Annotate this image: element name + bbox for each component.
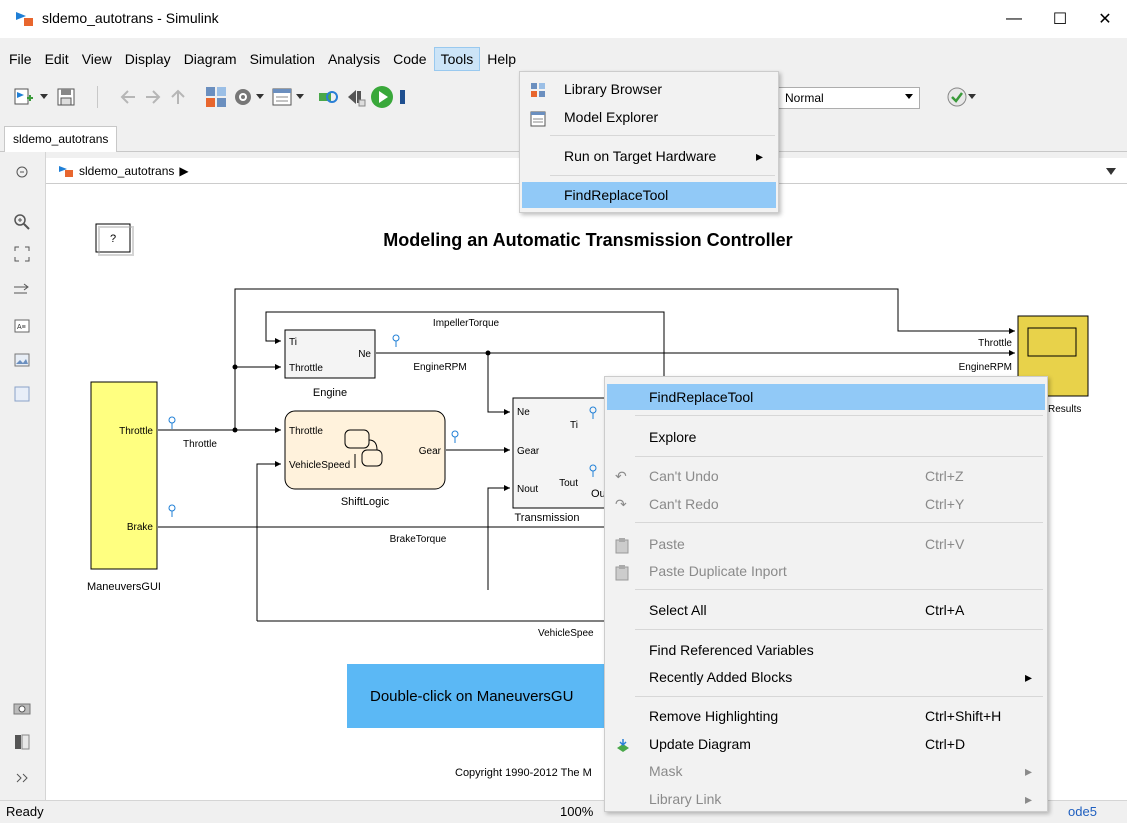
context-menu-paste-duplicate-inport[interactable]: Paste Duplicate Inport bbox=[607, 558, 1045, 584]
engine-block-name: Engine bbox=[313, 387, 347, 399]
menu-separator bbox=[550, 135, 775, 136]
context-menu-mask[interactable]: Mask ▸ bbox=[607, 758, 1045, 784]
maneuversgui-block[interactable] bbox=[90, 381, 158, 570]
results-signal-enginerpm: EngineRPM bbox=[959, 362, 1012, 373]
redo-icon: ↷ bbox=[615, 496, 627, 512]
transmission-block-name: Transmission bbox=[515, 512, 580, 524]
transmission-port-gear: Gear bbox=[517, 446, 540, 457]
signal-label-vehicle-speed: VehicleSpee bbox=[538, 628, 594, 639]
context-menu-find-referenced-variables[interactable]: Find Referenced Variables bbox=[607, 637, 1045, 663]
context-menu-remove-highlighting[interactable]: Remove Highlighting Ctrl+Shift+H bbox=[607, 703, 1045, 729]
context-menu-paste[interactable]: Paste Ctrl+V bbox=[607, 531, 1045, 557]
help-block-label: ? bbox=[110, 233, 116, 245]
signal-label-throttle: Throttle bbox=[183, 439, 217, 450]
banner-text: Double-click on ManeuversGU bbox=[370, 688, 573, 705]
transmission-port-nout: Nout bbox=[517, 484, 538, 495]
menu-separator bbox=[635, 522, 1043, 523]
tools-menu-model-explorer[interactable]: Model Explorer bbox=[522, 104, 776, 130]
model-explorer-icon bbox=[530, 109, 546, 135]
tools-menu-findreplacetool[interactable]: FindReplaceTool bbox=[522, 182, 776, 208]
transmission-port-ne: Ne bbox=[517, 407, 530, 418]
menu-separator bbox=[635, 696, 1043, 697]
engine-port-throttle: Throttle bbox=[289, 363, 323, 374]
library-browser-icon bbox=[530, 80, 546, 106]
submenu-arrow-icon: ▸ bbox=[1025, 763, 1033, 779]
results-signal-throttle: Throttle bbox=[978, 338, 1012, 349]
context-menu-select-all[interactable]: Select All Ctrl+A bbox=[607, 597, 1045, 623]
tools-menu: Library Browser Model Explorer Run on Ta… bbox=[519, 71, 779, 213]
context-menu: FindReplaceTool Explore ↶ Can't Undo Ctr… bbox=[604, 376, 1048, 812]
menu-separator bbox=[635, 629, 1043, 630]
transmission-port-ti: Ti bbox=[570, 420, 578, 431]
menu-separator bbox=[550, 175, 775, 176]
paste-duplicate-icon bbox=[615, 563, 629, 589]
signal-label-brake-torque: BrakeTorque bbox=[390, 534, 447, 545]
engine-port-ti: Ti bbox=[289, 337, 297, 348]
transmission-port-tout: Tout bbox=[559, 478, 578, 489]
signal-label-engine-rpm: EngineRPM bbox=[413, 362, 466, 373]
status-ready: Ready bbox=[6, 804, 44, 819]
context-menu-explore[interactable]: Explore bbox=[607, 424, 1045, 450]
context-menu-cant-redo[interactable]: ↷ Can't Redo Ctrl+Y bbox=[607, 491, 1045, 517]
context-menu-update-diagram[interactable]: Update Diagram Ctrl+D bbox=[607, 731, 1045, 757]
submenu-arrow-icon: ▸ bbox=[756, 148, 764, 164]
maneuvers-port-brake: Brake bbox=[127, 522, 154, 533]
status-zoom: 100% bbox=[560, 804, 594, 819]
shiftlogic-port-gear: Gear bbox=[419, 446, 442, 457]
submenu-arrow-icon: ▸ bbox=[1025, 791, 1033, 807]
context-menu-recently-added-blocks[interactable]: Recently Added Blocks ▸ bbox=[607, 664, 1045, 690]
diagram-title: Modeling an Automatic Transmission Contr… bbox=[383, 230, 792, 250]
menu-separator bbox=[635, 456, 1043, 457]
maneuvers-port-throttle: Throttle bbox=[119, 426, 153, 437]
shiftlogic-block-name: ShiftLogic bbox=[341, 496, 390, 508]
undo-icon: ↶ bbox=[615, 468, 627, 484]
menu-separator bbox=[635, 415, 1043, 416]
maneuvers-block-name: ManeuversGUI bbox=[87, 581, 161, 593]
status-solver[interactable]: ode5 bbox=[1068, 804, 1097, 819]
tools-menu-run-on-target[interactable]: Run on Target Hardware ▸ bbox=[522, 143, 776, 169]
context-menu-cant-undo[interactable]: ↶ Can't Undo Ctrl+Z bbox=[607, 463, 1045, 489]
tools-menu-library-browser[interactable]: Library Browser bbox=[522, 76, 776, 102]
shiftlogic-port-vehiclespeed: VehicleSpeed bbox=[289, 460, 350, 471]
copyright-text: Copyright 1990-2012 The M bbox=[455, 767, 592, 779]
submenu-arrow-icon: ▸ bbox=[1025, 669, 1033, 685]
menu-separator bbox=[635, 589, 1043, 590]
signal-label-impeller-torque: ImpellerTorque bbox=[433, 318, 500, 329]
results-block-name: Results bbox=[1048, 404, 1081, 415]
engine-port-ne: Ne bbox=[358, 349, 371, 360]
context-menu-findreplacetool[interactable]: FindReplaceTool bbox=[607, 384, 1045, 410]
shiftlogic-port-throttle: Throttle bbox=[289, 426, 323, 437]
context-menu-library-link[interactable]: Library Link ▸ bbox=[607, 786, 1045, 812]
